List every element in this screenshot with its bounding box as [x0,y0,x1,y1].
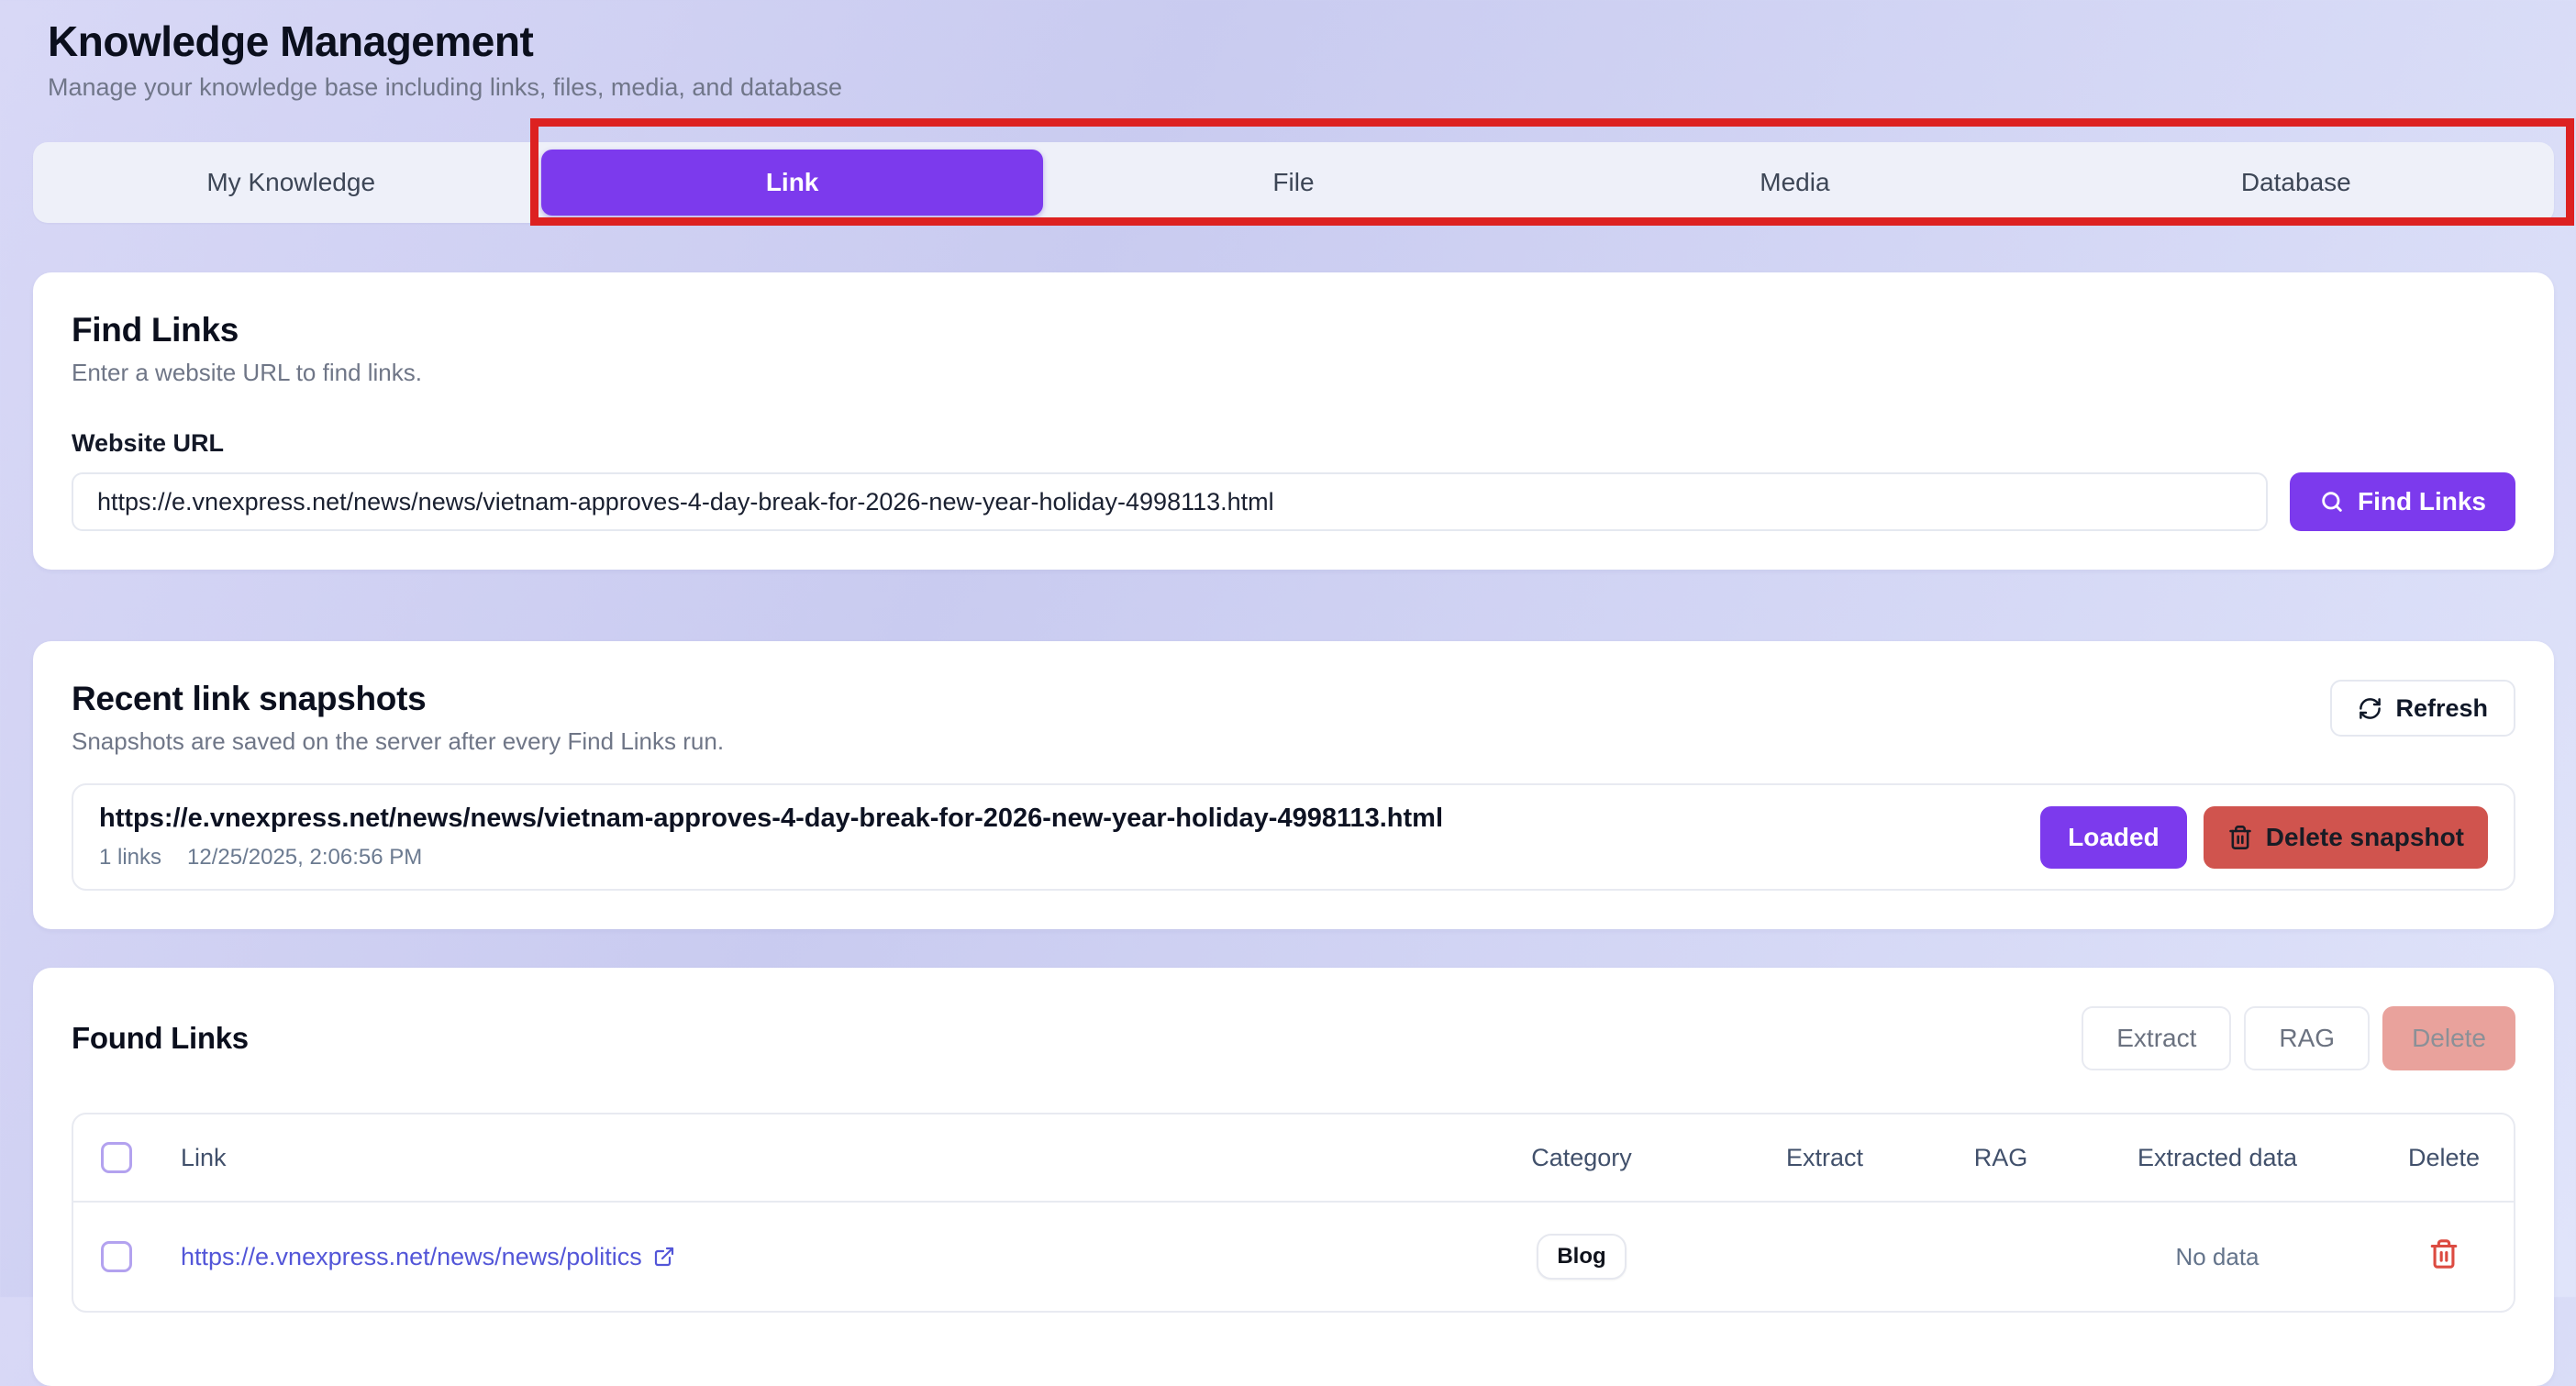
page-header: Knowledge Management Manage your knowled… [48,17,2554,102]
external-link-icon [653,1246,675,1268]
snapshots-title: Recent link snapshots [72,680,724,718]
snapshot-item: https://e.vnexpress.net/news/news/vietna… [72,783,2515,891]
row-delete-button[interactable] [2428,1238,2459,1270]
find-links-title: Find Links [72,311,2515,349]
tab-database[interactable]: Database [2046,150,2547,216]
select-all-checkbox[interactable] [101,1142,132,1173]
snapshot-url: https://e.vnexpress.net/news/news/vietna… [99,804,1443,834]
table-row: https://e.vnexpress.net/news/news/politi… [73,1203,2514,1311]
header-delete: Delete [2374,1144,2514,1172]
found-links-card: Found Links Extract RAG Delete Link Cate… [33,968,2554,1386]
found-links-actions: Extract RAG Delete [2082,1006,2515,1070]
page-subtitle: Manage your knowledge base including lin… [48,73,2554,102]
refresh-icon [2358,696,2382,721]
tab-my-knowledge[interactable]: My Knowledge [40,150,541,216]
header-rag: RAG [1941,1144,2060,1172]
snapshot-timestamp: 12/25/2025, 2:06:56 PM [187,845,422,870]
snapshots-subtitle: Snapshots are saved on the server after … [72,727,724,756]
header-link: Link [160,1144,1455,1172]
find-links-card: Find Links Enter a website URL to find l… [33,272,2554,570]
refresh-button[interactable]: Refresh [2330,680,2515,737]
found-links-table: Link Category Extract RAG Extracted data… [72,1113,2515,1313]
select-all-cell [73,1142,160,1173]
find-links-subtitle: Enter a website URL to find links. [72,359,2515,387]
no-data-label: No data [2175,1243,2259,1270]
table-header-row: Link Category Extract RAG Extracted data… [73,1114,2514,1203]
header-category: Category [1455,1144,1708,1172]
found-links-title: Found Links [72,1021,249,1056]
website-url-row: Find Links [72,472,2515,531]
header-extracted-data: Extracted data [2060,1144,2374,1172]
row-checkbox-cell [73,1241,160,1272]
snapshots-heading-block: Recent link snapshots Snapshots are save… [72,680,724,756]
search-icon [2319,489,2345,515]
tab-link[interactable]: Link [541,150,1042,216]
knowledge-management-page: Knowledge Management Manage your knowled… [0,0,2576,1386]
trash-icon [2227,825,2253,850]
tab-file[interactable]: File [1043,150,1544,216]
delete-button-disabled[interactable]: Delete [2382,1006,2515,1070]
found-links-header-row: Found Links Extract RAG Delete [72,1006,2515,1070]
recent-snapshots-card: Recent link snapshots Snapshots are save… [33,641,2554,929]
snapshot-actions: Loaded Delete snapshot [2040,806,2488,869]
website-url-input[interactable] [72,472,2268,531]
row-link-text: https://e.vnexpress.net/news/news/politi… [181,1243,642,1271]
extract-button[interactable]: Extract [2082,1006,2231,1070]
delete-snapshot-label: Delete snapshot [2266,823,2464,852]
snapshot-meta: 1 links 12/25/2025, 2:06:56 PM [99,845,1443,870]
rag-button[interactable]: RAG [2244,1006,2370,1070]
tab-bar: My Knowledge Link File Media Database [33,142,2554,223]
refresh-button-label: Refresh [2395,694,2488,723]
row-link[interactable]: https://e.vnexpress.net/news/news/politi… [181,1243,675,1271]
row-link-cell: https://e.vnexpress.net/news/news/politi… [160,1243,1455,1271]
trash-icon [2428,1258,2459,1272]
category-badge: Blog [1537,1234,1626,1280]
snapshot-info: https://e.vnexpress.net/news/news/vietna… [99,804,1443,870]
page-title: Knowledge Management [48,17,2554,66]
header-extract: Extract [1708,1144,1941,1172]
loaded-button[interactable]: Loaded [2040,806,2187,869]
tab-media[interactable]: Media [1544,150,2045,216]
snapshot-links-count: 1 links [99,845,161,870]
row-category-cell: Blog [1455,1234,1708,1280]
row-extracted-data-cell: No data [2060,1243,2374,1271]
find-links-button[interactable]: Find Links [2290,472,2515,531]
find-links-button-label: Find Links [2358,487,2486,516]
row-delete-cell [2374,1238,2514,1276]
website-url-label: Website URL [72,429,2515,458]
delete-snapshot-button[interactable]: Delete snapshot [2204,806,2488,869]
row-checkbox[interactable] [101,1241,132,1272]
snapshots-header-row: Recent link snapshots Snapshots are save… [72,680,2515,756]
